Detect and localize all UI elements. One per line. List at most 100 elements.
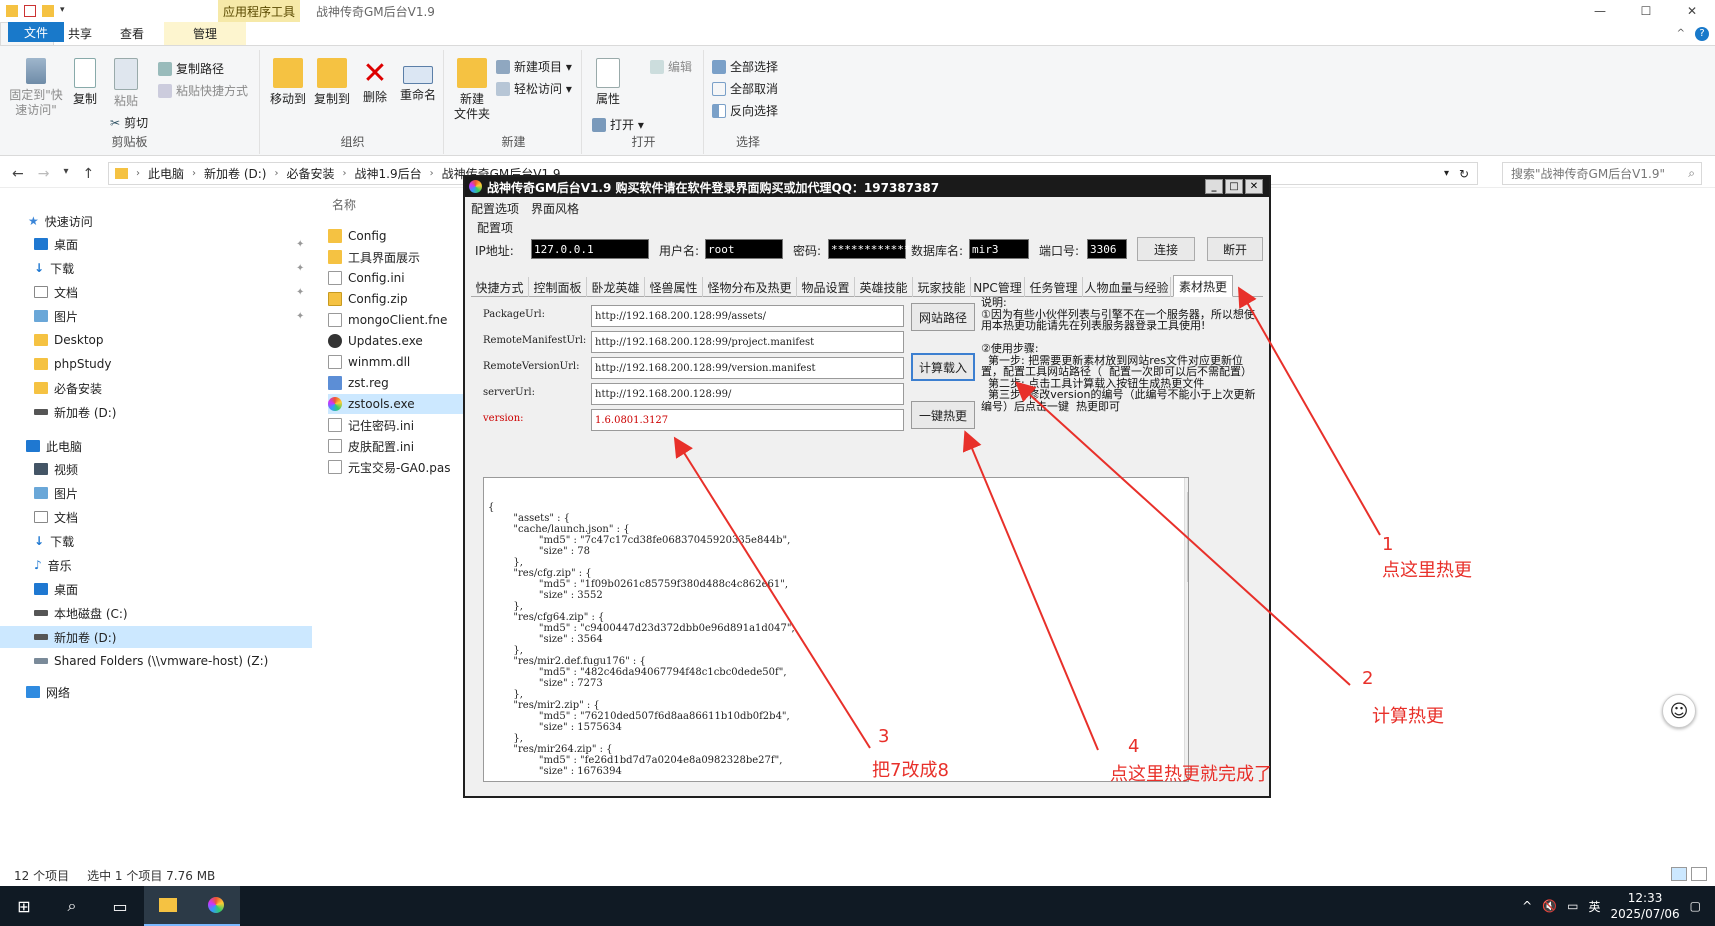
nav-shared-folders[interactable]: Shared Folders (\\vmware-host) (Z:) (0, 650, 312, 672)
nav-drive-d-quick[interactable]: 新加卷 (D:) (0, 401, 312, 423)
tab-wolong-hero[interactable]: 卧龙英雄 (587, 277, 645, 297)
file-item[interactable]: winmm.dll (328, 352, 468, 372)
refresh-icon[interactable]: ↻ (1459, 167, 1469, 181)
server-url-input[interactable]: http://192.168.200.128:99/ (591, 383, 904, 405)
task-view-icon[interactable]: ▭ (96, 886, 144, 926)
nav-pc-desktop[interactable]: 桌面 (0, 578, 312, 600)
network-tray-icon[interactable]: ▭ (1567, 899, 1578, 913)
forward-icon[interactable]: → (38, 166, 50, 182)
clock[interactable]: 12:33 2025/07/06 (1610, 890, 1679, 922)
tab-quests[interactable]: 任务管理 (1025, 277, 1083, 297)
package-url-input[interactable]: http://192.168.200.128:99/assets/ (591, 305, 904, 327)
address-dropdown-icon[interactable]: ▾ (1444, 168, 1449, 179)
breadcrumb-install[interactable]: 必备安装 (286, 165, 334, 182)
nav-phpstudy[interactable]: phpStudy (0, 353, 312, 375)
file-item[interactable]: 元宝交易-GA0.pas (328, 457, 468, 477)
json-scrollbar-thumb[interactable] (1187, 492, 1188, 582)
gm-maximize-button[interactable]: □ (1225, 179, 1243, 194)
volume-muted-icon[interactable]: 🔇 (1542, 899, 1557, 913)
file-item-selected[interactable]: zstools.exe (328, 394, 468, 414)
breadcrumb-this-pc[interactable]: 此电脑 (148, 165, 184, 182)
select-all-button[interactable]: 全部选择 (712, 58, 778, 75)
gm-minimize-button[interactable]: _ (1205, 179, 1223, 194)
gm-tool-taskbar-icon[interactable] (192, 886, 240, 926)
db-field[interactable]: mir3 (969, 239, 1029, 259)
nav-videos[interactable]: 视频 (0, 458, 312, 480)
menu-ui-style[interactable]: 界面风格 (531, 200, 579, 217)
search-input[interactable]: 搜索"战神传奇GM后台V1.9" ⌕ (1502, 162, 1702, 185)
nav-pc-pictures[interactable]: 图片 (0, 482, 312, 504)
user-field[interactable]: root (705, 239, 783, 259)
tab-monster-attrs[interactable]: 怪兽属性 (645, 277, 703, 297)
nav-desktop[interactable]: 桌面 ✦ (0, 233, 312, 255)
nav-drive-d[interactable]: 新加卷 (D:) (0, 626, 312, 648)
new-folder-icon[interactable] (42, 5, 54, 17)
nav-desktop-folder[interactable]: Desktop (0, 329, 312, 351)
select-none-button[interactable]: 全部取消 (712, 80, 778, 97)
one-click-hotupdate-button[interactable]: 一键热更 (911, 401, 975, 429)
file-item[interactable]: 皮肤配置.ini (328, 436, 468, 456)
remote-manifest-input[interactable]: http://192.168.200.128:99/project.manife… (591, 331, 904, 353)
remote-version-input[interactable]: http://192.168.200.128:99/version.manife… (591, 357, 904, 379)
tab-file[interactable]: 文件 (8, 22, 64, 42)
file-item[interactable]: Updates.exe (328, 331, 468, 351)
nav-music[interactable]: ♪ 音乐 (0, 554, 312, 576)
tab-asset-hotupdate[interactable]: 素材热更 (1173, 275, 1233, 297)
tab-control-panel[interactable]: 控制面板 (529, 277, 587, 297)
site-path-button[interactable]: 网站路径 (911, 303, 975, 331)
nav-network[interactable]: 网络 (0, 681, 312, 703)
move-to-button[interactable]: 移动到 (268, 58, 308, 107)
tab-shortcuts[interactable]: 快捷方式 (471, 277, 529, 297)
minimize-button[interactable]: — (1577, 0, 1623, 22)
nav-install[interactable]: 必备安装 (0, 377, 312, 399)
nav-this-pc[interactable]: 此电脑 (0, 435, 312, 457)
details-view-icon[interactable] (1671, 867, 1687, 881)
recent-dropdown-icon[interactable]: ▾ (63, 166, 68, 182)
file-explorer-taskbar-icon[interactable] (144, 886, 192, 926)
pin-quick-access-button[interactable]: 固定到"快 速访问" (6, 58, 66, 118)
paste-button[interactable]: 粘贴 (108, 58, 144, 109)
properties-button[interactable]: 属性 (590, 58, 626, 107)
nav-pictures[interactable]: 图片 ✦ (0, 305, 312, 327)
tray-chevron-icon[interactable]: ^ (1522, 899, 1532, 913)
notification-icon[interactable]: ▢ (1690, 899, 1701, 913)
back-icon[interactable]: ← (12, 166, 24, 182)
file-item[interactable]: mongoClient.fne (328, 310, 468, 330)
file-item[interactable]: 记住密码.ini (328, 415, 468, 435)
nav-drive-c[interactable]: 本地磁盘 (C:) (0, 602, 312, 624)
tab-item-settings[interactable]: 物品设置 (797, 277, 855, 297)
paste-shortcut-button[interactable]: 粘贴快捷方式 (158, 82, 248, 99)
delete-button[interactable]: ✕ 删除 (358, 58, 392, 105)
rename-button[interactable]: 重命名 (396, 58, 440, 103)
calculate-load-button[interactable]: 计算载入 (911, 353, 975, 381)
cut-button[interactable]: ✂ 剪切 (110, 114, 148, 131)
menu-config-options[interactable]: 配置选项 (471, 200, 519, 217)
copy-button[interactable]: 复制 (68, 58, 102, 107)
ime-indicator[interactable]: 英 (1588, 898, 1600, 915)
search-taskbar-icon[interactable]: ⌕ (48, 886, 96, 926)
file-item[interactable]: Config.ini (328, 268, 468, 288)
password-field[interactable]: ************ (828, 239, 910, 259)
manifest-json-view[interactable]: { "assets" : { "cache/launch.json" : { "… (483, 477, 1189, 782)
help-icon[interactable]: ? (1695, 26, 1709, 41)
qat-dropdown-icon[interactable]: ▾ (60, 5, 68, 17)
easy-access-button[interactable]: 轻松访问 ▾ (496, 80, 572, 97)
version-input[interactable]: 1.6.0801.3127 (591, 409, 904, 431)
nav-pc-documents[interactable]: 文档 (0, 506, 312, 528)
column-header-name[interactable]: 名称 (332, 196, 356, 213)
connect-button[interactable]: 连接 (1137, 237, 1195, 261)
assistant-avatar-icon[interactable]: ☺ (1662, 694, 1696, 728)
tab-hero-skills[interactable]: 英雄技能 (855, 277, 913, 297)
tab-view[interactable]: 查看 (106, 22, 158, 45)
file-item[interactable]: Config.zip (328, 289, 468, 309)
new-item-button[interactable]: 新建项目 ▾ (496, 58, 572, 75)
gm-close-button[interactable]: ✕ (1245, 179, 1263, 194)
tab-hp-exp[interactable]: 人物血量与经验 (1083, 277, 1171, 297)
tab-manage[interactable]: 管理 (164, 22, 247, 45)
open-button[interactable]: 打开 ▾ (592, 116, 644, 133)
nav-pc-downloads[interactable]: ↓ 下载 (0, 530, 312, 552)
breadcrumb-drive-d[interactable]: 新加卷 (D:) (204, 165, 266, 182)
tab-player-skills[interactable]: 玩家技能 (913, 277, 971, 297)
nav-quick-access[interactable]: ★ 快速访问 (0, 210, 312, 232)
breadcrumb-backend[interactable]: 战神1.9后台 (355, 165, 422, 182)
